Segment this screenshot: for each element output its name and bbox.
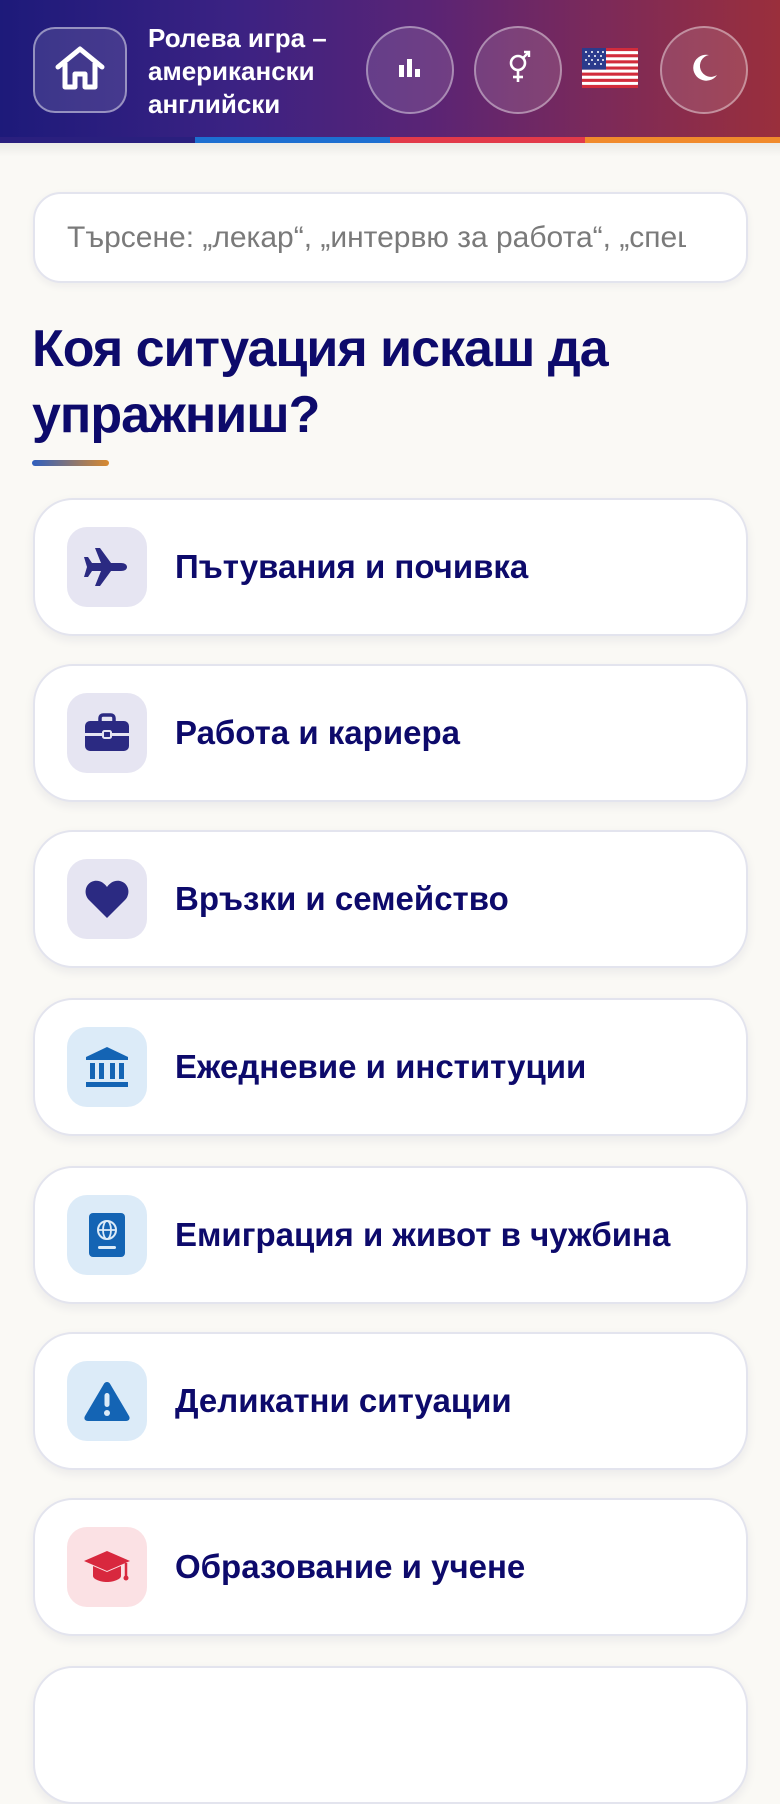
moon-icon [687, 51, 721, 90]
gender-icon [504, 50, 532, 91]
gender-button[interactable] [474, 26, 562, 114]
heading-underline [32, 460, 109, 466]
category-label: Работа и кариера [175, 714, 460, 751]
category-label: Ежедневие и институции [175, 1048, 587, 1085]
home-icon [54, 45, 106, 96]
category-label: Връзки и семейство [175, 880, 509, 917]
category-travel[interactable]: Пътувания и почивка [33, 498, 748, 636]
search-box[interactable] [33, 192, 748, 283]
airplane-icon [67, 527, 147, 607]
language-flag-button[interactable] [580, 44, 640, 96]
bar-chart-icon [396, 56, 424, 85]
category-next-partial[interactable] [33, 1666, 748, 1804]
category-emigration[interactable]: Емиграция и живот в чужбина [33, 1166, 748, 1304]
page-heading: Коя ситуация искаш да упражниш? [32, 320, 609, 444]
category-relationships[interactable]: Връзки и семейство [33, 830, 748, 968]
theme-toggle-button[interactable] [660, 26, 748, 114]
heart-icon [67, 859, 147, 939]
category-everyday[interactable]: Ежедневие и институции [33, 998, 748, 1136]
warning-icon [67, 1361, 147, 1441]
bank-icon [67, 1027, 147, 1107]
home-button[interactable] [33, 27, 127, 113]
app-header: Ролева игра – американски английски [0, 0, 780, 143]
category-label: Емиграция и живот в чужбина [175, 1216, 671, 1253]
app-title: Ролева игра – американски английски [148, 23, 327, 119]
category-work[interactable]: Работа и кариера [33, 664, 748, 802]
category-label: Деликатни ситуации [175, 1382, 512, 1419]
search-input[interactable] [67, 220, 686, 255]
briefcase-icon [67, 693, 147, 773]
category-label: Образование и учене [175, 1548, 526, 1585]
stats-button[interactable] [366, 26, 454, 114]
category-delicate[interactable]: Деликатни ситуации [33, 1332, 748, 1470]
us-flag-icon [582, 47, 638, 93]
graduation-cap-icon [67, 1527, 147, 1607]
category-label: Пътувания и почивка [175, 548, 529, 585]
passport-icon [67, 1195, 147, 1275]
category-education[interactable]: Образование и учене [33, 1498, 748, 1636]
